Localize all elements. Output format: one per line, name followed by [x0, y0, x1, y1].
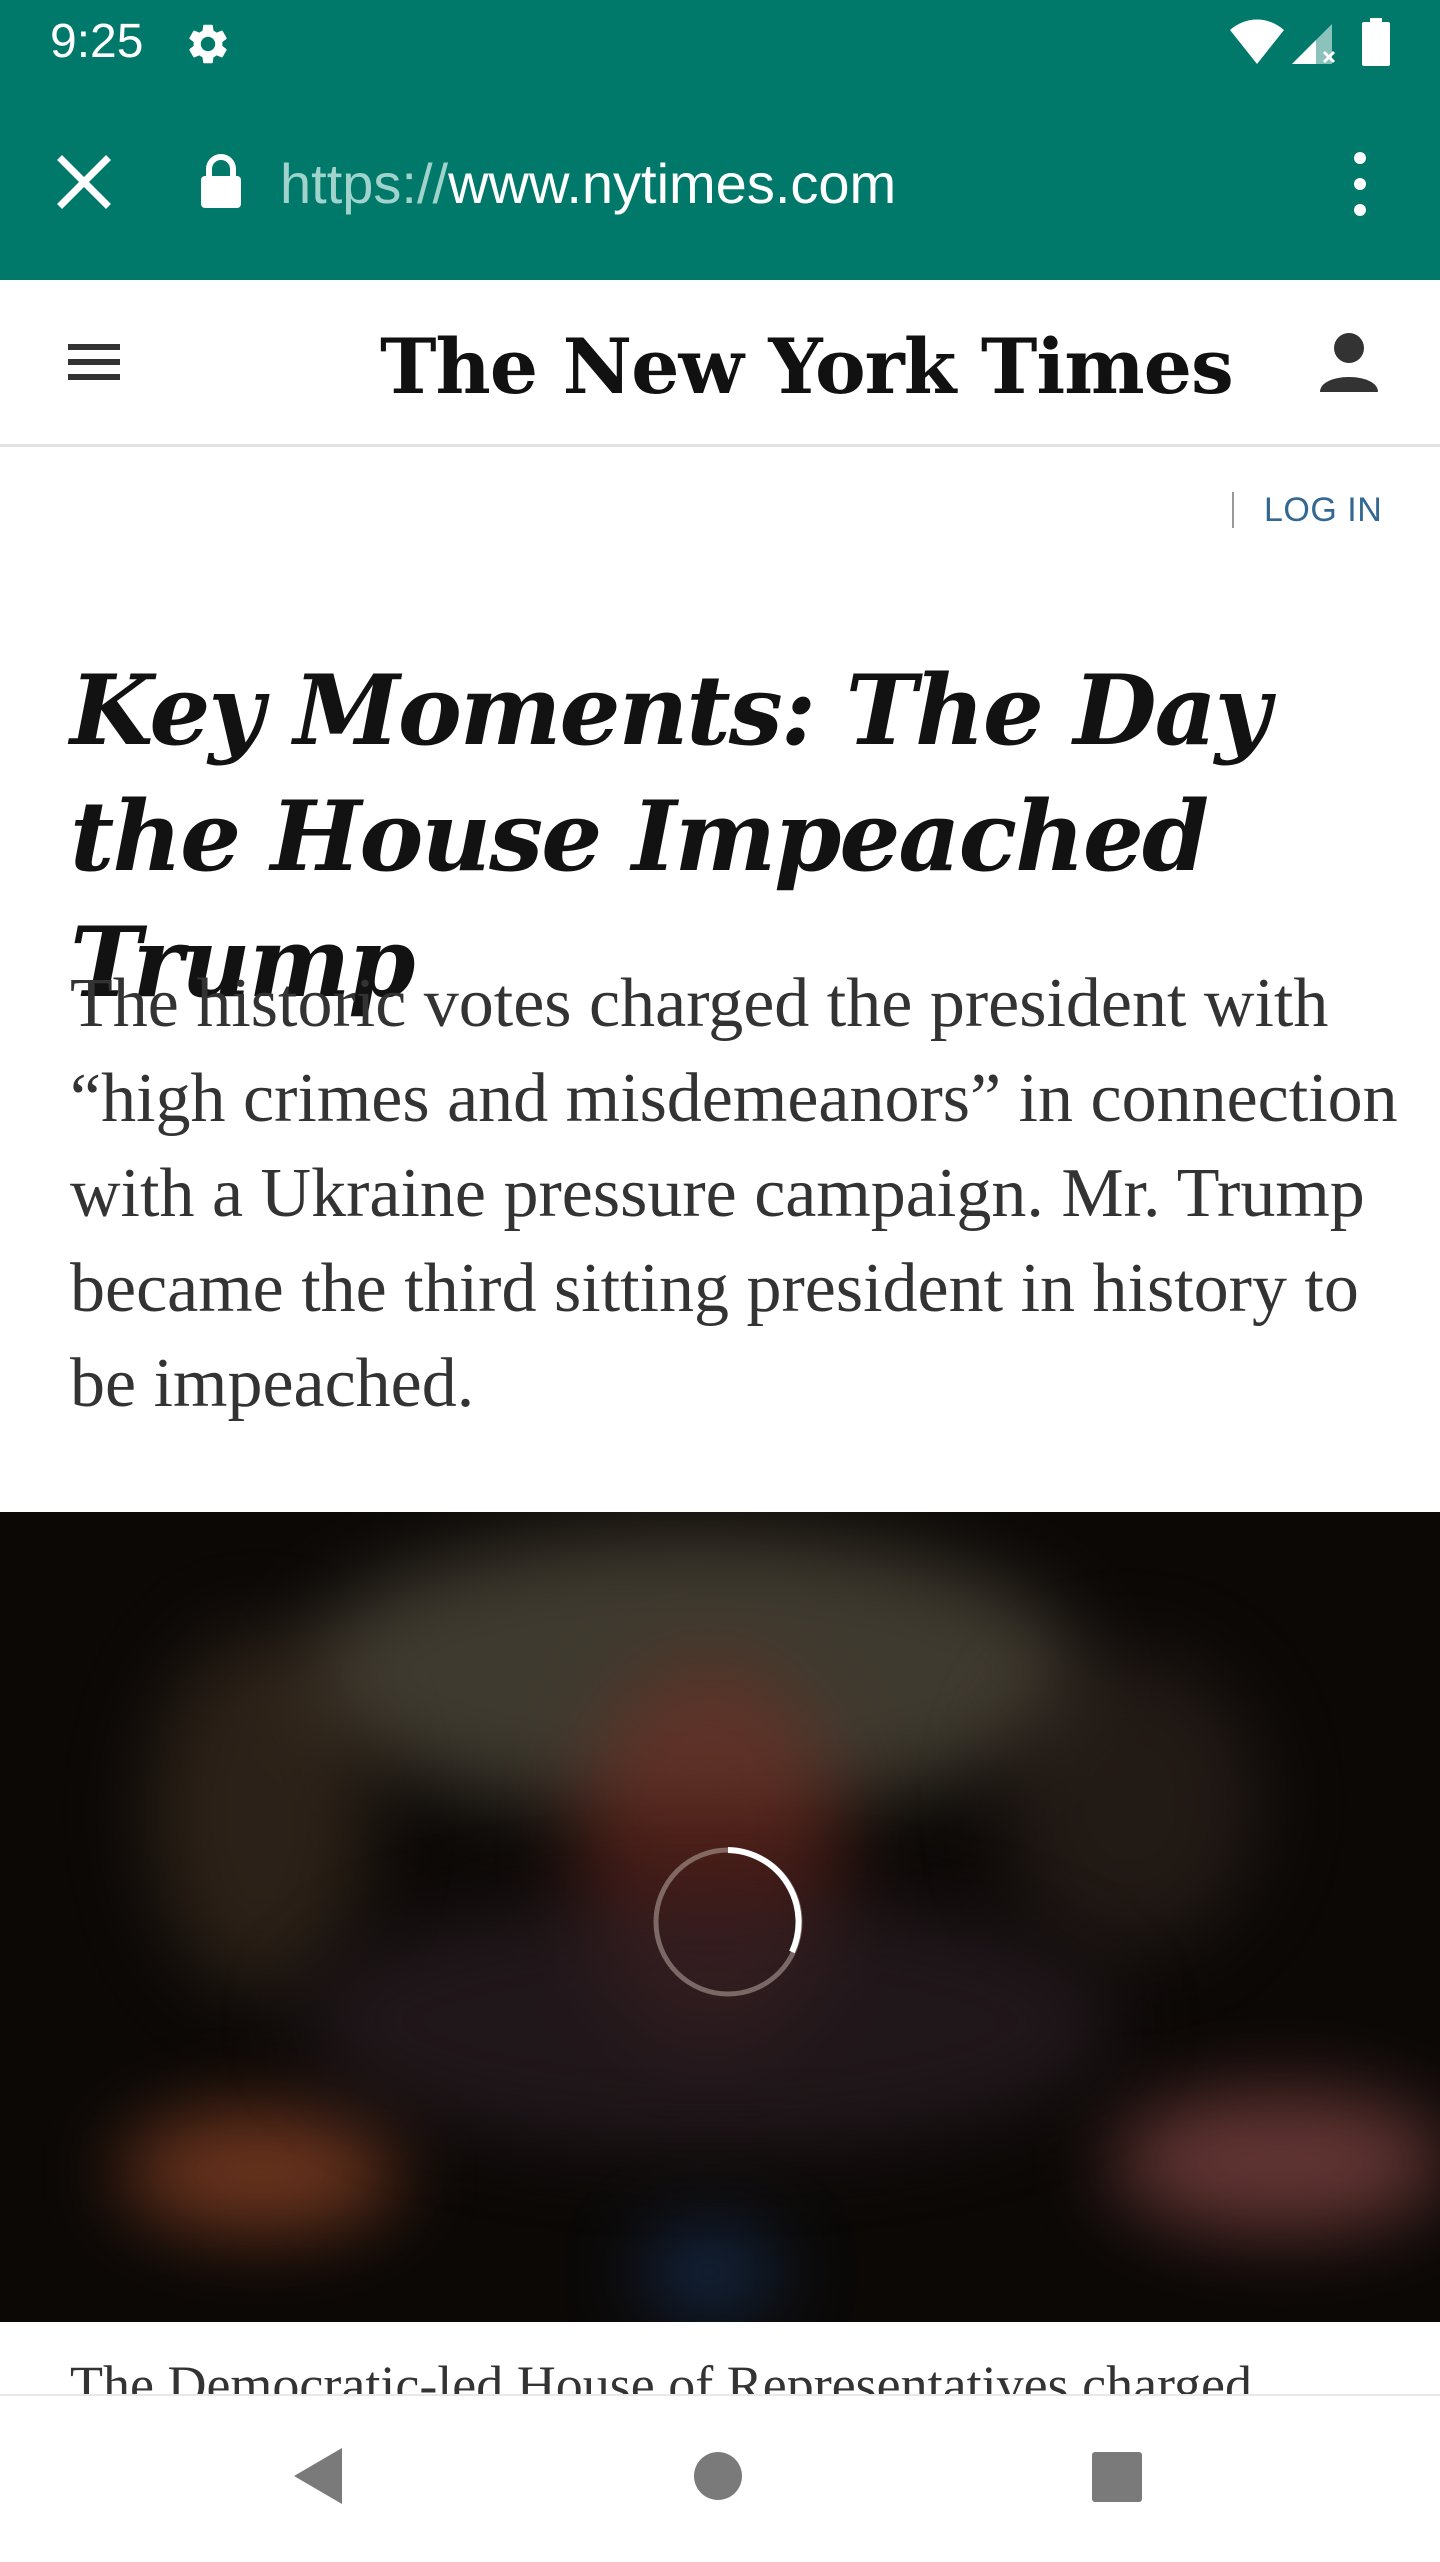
status-bar: 9:25	[0, 0, 1440, 84]
home-icon[interactable]	[692, 2450, 744, 2502]
signal-icon	[1292, 24, 1336, 64]
site-header: The New York Times	[0, 280, 1440, 447]
more-vert-icon[interactable]	[1336, 148, 1384, 220]
gear-icon	[189, 24, 227, 64]
article-summary: The historic votes charged the president…	[70, 965, 1398, 1422]
recents-icon[interactable]	[1090, 2450, 1144, 2504]
url-host: www.nytimes.com	[448, 152, 897, 215]
login-divider	[1232, 492, 1234, 528]
video-caption: The Democratic-led House of Representati…	[70, 2355, 1253, 2394]
loading-spinner-icon	[653, 1847, 803, 1997]
login-link[interactable]: LOG IN	[1264, 491, 1382, 530]
video-player[interactable]	[0, 1512, 1440, 2322]
login-area: LOG IN	[1232, 488, 1382, 532]
close-icon[interactable]	[52, 150, 116, 214]
browser-toolbar: https://www.nytimes.com	[0, 84, 1440, 280]
system-nav-bar	[0, 2394, 1440, 2562]
site-logo[interactable]: The New York Times	[380, 324, 1234, 410]
hamburger-icon[interactable]	[64, 340, 124, 384]
wifi-icon	[1230, 19, 1284, 64]
status-time: 9:25	[50, 15, 144, 68]
lock-icon	[201, 154, 241, 208]
battery-icon	[1362, 18, 1390, 66]
url-scheme: https://	[280, 152, 449, 215]
account-icon[interactable]	[1316, 328, 1382, 394]
back-icon[interactable]	[290, 2446, 346, 2506]
url-field[interactable]: https://www.nytimes.com	[280, 152, 896, 216]
